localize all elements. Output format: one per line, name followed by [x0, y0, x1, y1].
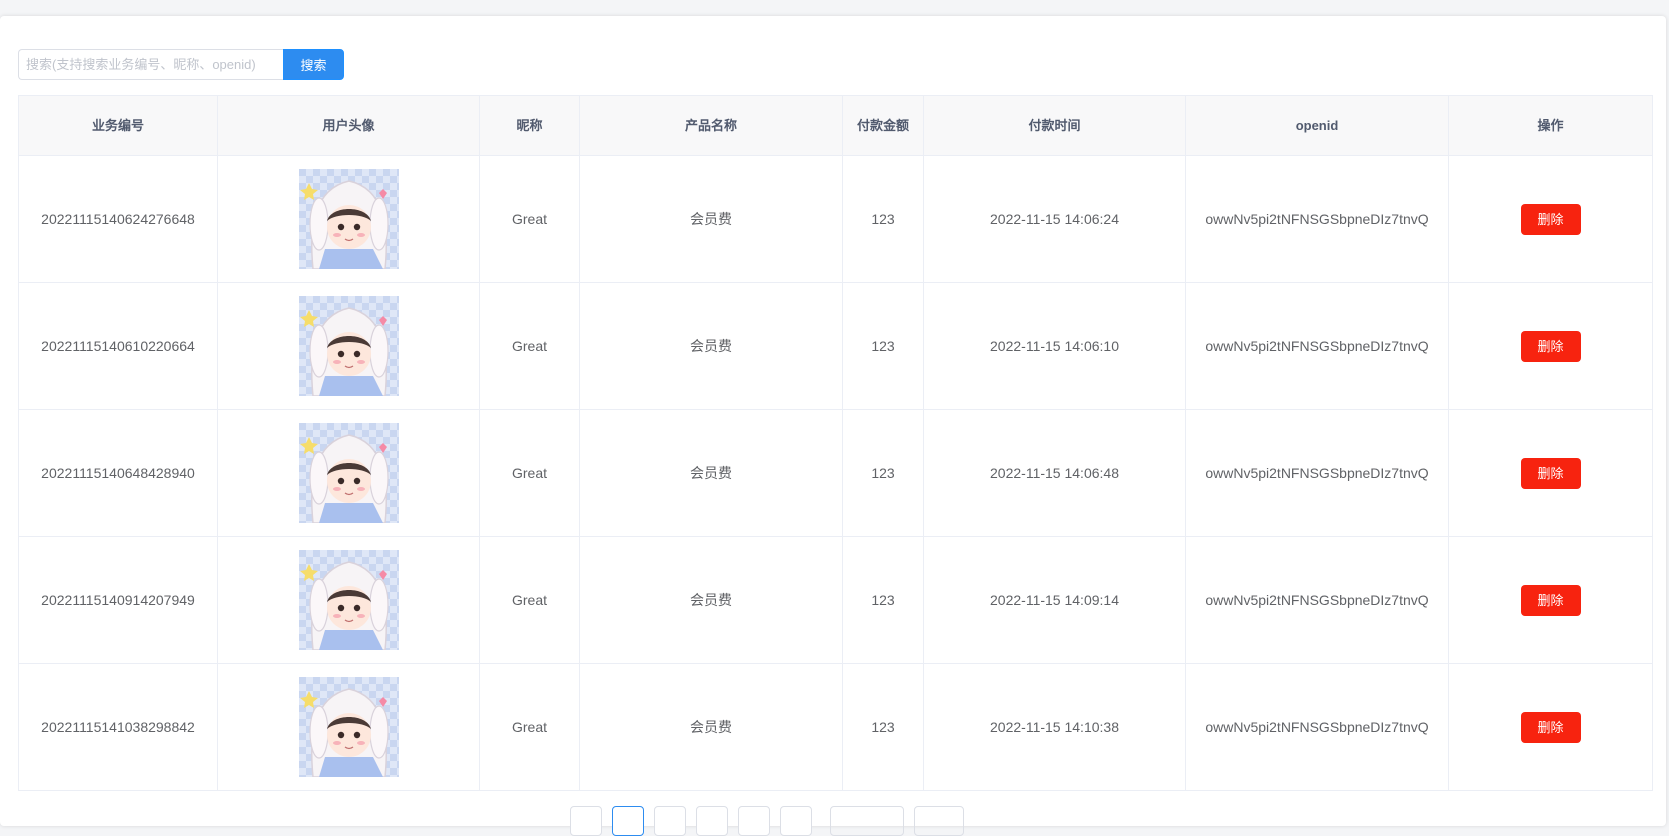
table-row: 20221115140610220664 Great 会员费 123 2022-…: [18, 282, 1653, 410]
cell-openid: owwNv5pi2tNFNSGSbpneDIz7tnvQ: [1185, 155, 1449, 283]
cell-nickname: Great: [479, 536, 580, 664]
cell-product: 会员费: [579, 663, 843, 791]
cell-openid: owwNv5pi2tNFNSGSbpneDIz7tnvQ: [1185, 663, 1449, 791]
avatar-icon: [298, 423, 399, 523]
cell-action: 删除: [1448, 663, 1653, 791]
cell-avatar: [217, 663, 480, 791]
header-avatar: 用户头像: [217, 95, 480, 156]
header-amount: 付款金额: [842, 95, 924, 156]
cell-amount: 123: [842, 282, 924, 410]
cell-amount: 123: [842, 155, 924, 283]
avatar: [298, 169, 399, 269]
cell-avatar: [217, 282, 480, 410]
cell-paid-time: 2022-11-15 14:06:48: [923, 409, 1186, 537]
cell-paid-time: 2022-11-15 14:06:24: [923, 155, 1186, 283]
cell-paid-time: 2022-11-15 14:09:14: [923, 536, 1186, 664]
cell-nickname: Great: [479, 282, 580, 410]
page-button-current[interactable]: [612, 806, 644, 836]
table-header-row: 业务编号 用户头像 昵称 产品名称 付款金额 付款时间 openid 操作: [18, 95, 1653, 156]
delete-button[interactable]: 删除: [1520, 584, 1581, 616]
page-button[interactable]: [654, 806, 686, 836]
cell-avatar: [217, 155, 480, 283]
cell-product: 会员费: [579, 155, 843, 283]
header-paid-time: 付款时间: [923, 95, 1186, 156]
avatar-icon: [298, 677, 399, 777]
header-openid: openid: [1185, 95, 1449, 156]
cell-openid: owwNv5pi2tNFNSGSbpneDIz7tnvQ: [1185, 409, 1449, 537]
cell-openid: owwNv5pi2tNFNSGSbpneDIz7tnvQ: [1185, 536, 1449, 664]
header-business-no: 业务编号: [18, 95, 218, 156]
cell-action: 删除: [1448, 409, 1653, 537]
page-button[interactable]: [738, 806, 770, 836]
header-action: 操作: [1448, 95, 1653, 156]
avatar-icon: [298, 169, 399, 269]
avatar: [298, 296, 399, 396]
search-button[interactable]: 搜索: [283, 49, 344, 80]
cell-amount: 123: [842, 409, 924, 537]
table-body: 20221115140624276648 Great 会员费 123 2022-…: [18, 155, 1653, 791]
cell-business-no: 20221115140610220664: [18, 282, 218, 410]
cell-paid-time: 2022-11-15 14:10:38: [923, 663, 1186, 791]
cell-business-no: 20221115140914207949: [18, 536, 218, 664]
page-button[interactable]: [696, 806, 728, 836]
cell-nickname: Great: [479, 663, 580, 791]
table-row: 20221115140914207949 Great 会员费 123 2022-…: [18, 536, 1653, 664]
cell-avatar: [217, 409, 480, 537]
header-product: 产品名称: [579, 95, 843, 156]
cell-action: 删除: [1448, 282, 1653, 410]
avatar: [298, 423, 399, 523]
pagination: [570, 806, 964, 836]
page-next-button[interactable]: [780, 806, 812, 836]
delete-button[interactable]: 删除: [1520, 203, 1581, 235]
search-bar: 搜索: [18, 49, 344, 80]
cell-paid-time: 2022-11-15 14:06:10: [923, 282, 1186, 410]
avatar: [298, 677, 399, 777]
search-input[interactable]: [18, 49, 283, 80]
avatar-icon: [298, 296, 399, 396]
cell-nickname: Great: [479, 409, 580, 537]
cell-product: 会员费: [579, 409, 843, 537]
page-size-select[interactable]: [830, 806, 904, 836]
cell-action: 删除: [1448, 536, 1653, 664]
cell-nickname: Great: [479, 155, 580, 283]
cell-product: 会员费: [579, 282, 843, 410]
delete-button[interactable]: 删除: [1520, 457, 1581, 489]
cell-business-no: 20221115140648428940: [18, 409, 218, 537]
table-row: 20221115141038298842 Great 会员费 123 2022-…: [18, 663, 1653, 791]
cell-business-no: 20221115140624276648: [18, 155, 218, 283]
cell-amount: 123: [842, 536, 924, 664]
header-nickname: 昵称: [479, 95, 580, 156]
delete-button[interactable]: 删除: [1520, 330, 1581, 362]
cell-avatar: [217, 536, 480, 664]
content-card: 搜索 业务编号 用户头像 昵称 产品名称 付款金额: [0, 16, 1666, 836]
page-jump-input[interactable]: [914, 806, 964, 836]
avatar: [298, 550, 399, 650]
payments-table: 业务编号 用户头像 昵称 产品名称 付款金额 付款时间 openid 操作 20…: [18, 95, 1653, 791]
cell-amount: 123: [842, 663, 924, 791]
cell-product: 会员费: [579, 536, 843, 664]
cell-openid: owwNv5pi2tNFNSGSbpneDIz7tnvQ: [1185, 282, 1449, 410]
cell-action: 删除: [1448, 155, 1653, 283]
table-row: 20221115140624276648 Great 会员费 123 2022-…: [18, 155, 1653, 283]
cell-business-no: 20221115141038298842: [18, 663, 218, 791]
delete-button[interactable]: 删除: [1520, 711, 1581, 743]
avatar-icon: [298, 550, 399, 650]
page-prev-button[interactable]: [570, 806, 602, 836]
table-row: 20221115140648428940 Great 会员费 123 2022-…: [18, 409, 1653, 537]
